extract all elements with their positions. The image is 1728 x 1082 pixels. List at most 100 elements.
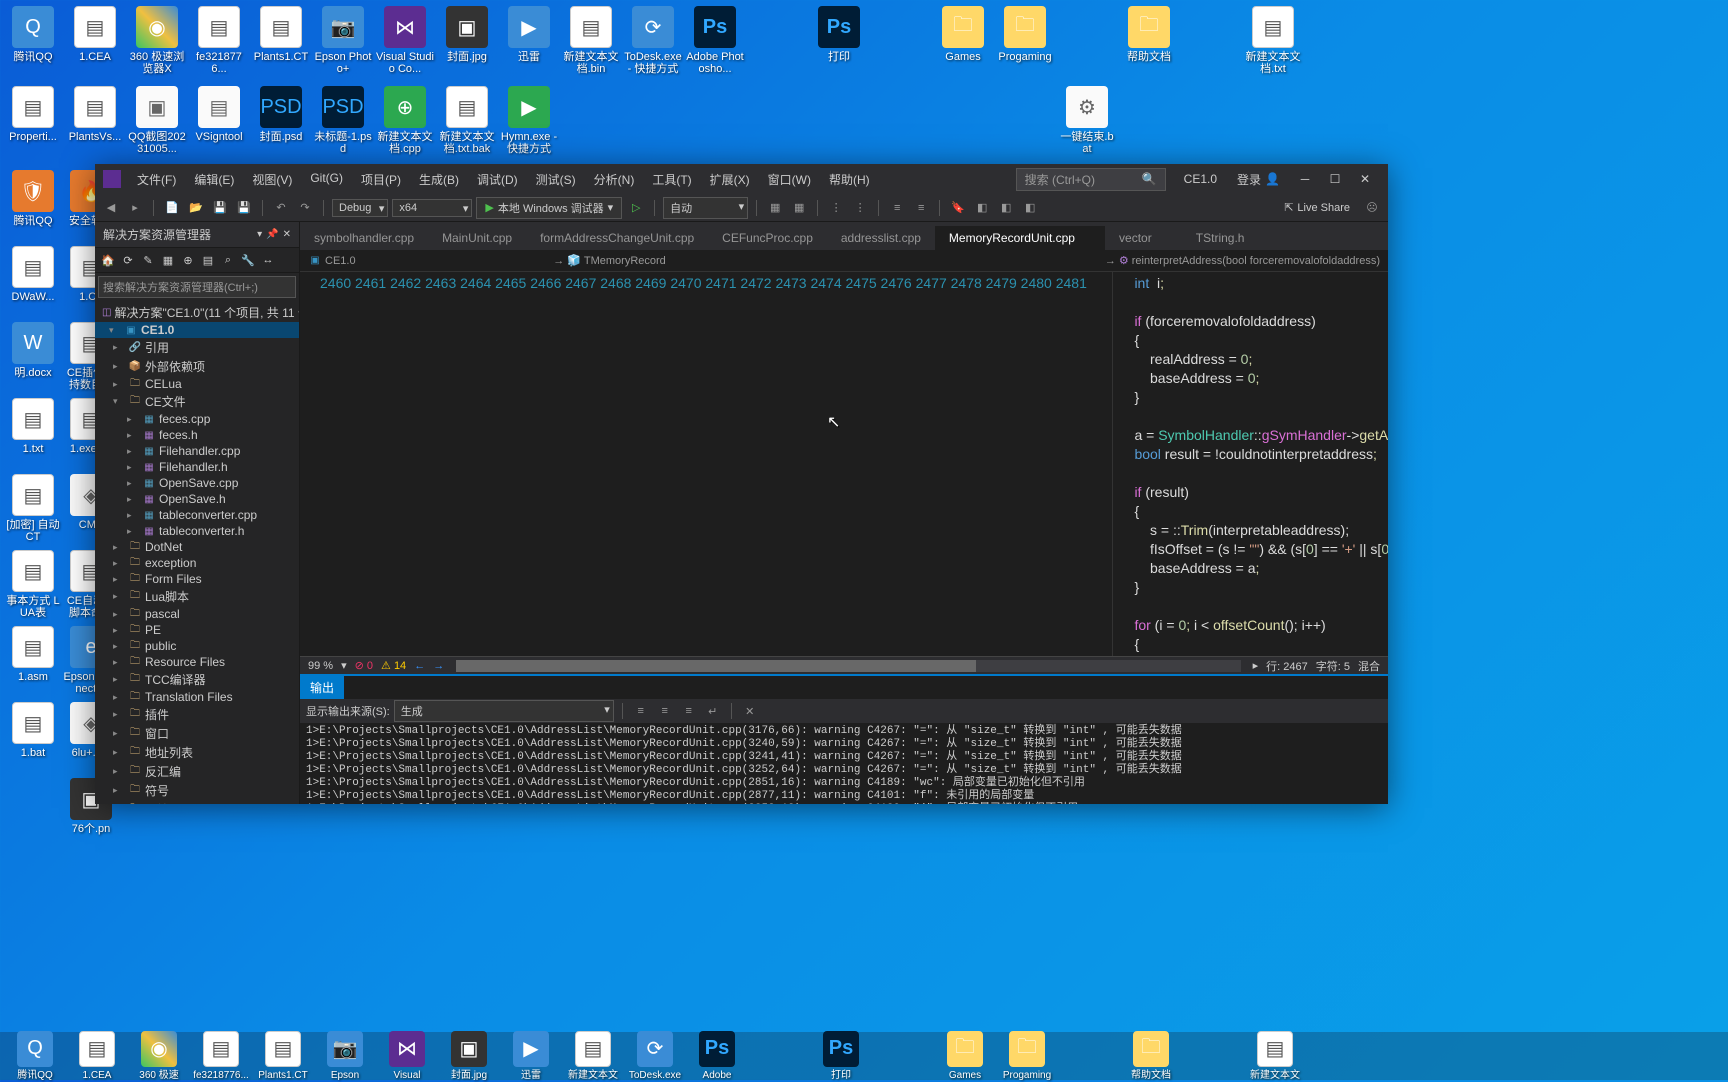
taskbar[interactable]: Q 腾讯QQ ▤ 1.CEA ◉ 360 极速 ▤ fe3218776... ▤… xyxy=(0,1032,1728,1080)
start-no-debug-icon[interactable]: ▷ xyxy=(626,198,646,218)
menu-item[interactable]: 分析(N) xyxy=(586,167,643,192)
menu-item[interactable]: 项目(P) xyxy=(353,167,409,192)
tb-icon[interactable]: ≡ xyxy=(887,198,907,218)
output-text[interactable]: 1>E:\Projects\Smallprojects\CE1.0\Addres… xyxy=(300,723,1388,804)
desktop-icon[interactable]: ▤ 事本方式 LUA表 xyxy=(4,550,62,619)
tb-icon[interactable]: ⊕ xyxy=(179,251,197,269)
desktop-icon[interactable]: ▤ Plants1.CT xyxy=(252,6,310,63)
editor-tab[interactable]: formAddressChangeUnit.cpp xyxy=(526,226,708,250)
tree-item[interactable]: ▸📦外部依赖项 xyxy=(95,357,299,376)
taskbar-icon[interactable]: ▤ 1.CEA xyxy=(66,1031,128,1082)
dropdown-icon[interactable]: ▾ xyxy=(257,229,262,240)
taskbar-icon[interactable]: ▤ 新建文本文 xyxy=(1244,1031,1306,1082)
desktop-icon[interactable]: W 明.docx xyxy=(4,322,62,379)
desktop-icon[interactable]: ▤ 1.asm xyxy=(4,626,62,683)
desktop-icon[interactable]: ▤ Properti... xyxy=(4,86,62,143)
tree-item[interactable]: ▸🗀pascal xyxy=(95,606,299,622)
tree-item[interactable]: ▸🗀Form Files xyxy=(95,571,299,587)
clear-icon[interactable]: ✕ xyxy=(740,701,760,721)
desktop-icon[interactable]: 🗀 Games xyxy=(934,6,992,63)
tb-icon[interactable]: ⌕ xyxy=(219,251,237,269)
desktop-icon[interactable]: ▣ QQ截图20231005... xyxy=(128,86,186,155)
desktop-icon[interactable]: ▶ Hymn.exe - 快捷方式 xyxy=(500,86,558,155)
taskbar-icon[interactable]: ▤ fe3218776... xyxy=(190,1031,252,1082)
menu-item[interactable]: 帮助(H) xyxy=(821,167,878,192)
tree-item[interactable]: ▸🗀Lua脚本 xyxy=(95,587,299,606)
tb-icon[interactable]: ▤ xyxy=(199,251,217,269)
desktop-icon[interactable]: 🛡 腾讯QQ xyxy=(4,170,62,227)
tb-icon[interactable]: ◧ xyxy=(972,198,992,218)
tree-item[interactable]: ▸🗀TCC编译器 xyxy=(95,670,299,689)
desktop-icon[interactable]: ▶ 迅雷 xyxy=(500,6,558,63)
menu-item[interactable]: 工具(T) xyxy=(644,167,699,192)
search-input[interactable]: 搜索 (Ctrl+Q) 🔍 xyxy=(1016,168,1166,191)
taskbar-icon[interactable]: ▣ 封面.jpg xyxy=(438,1031,500,1082)
desktop-icon[interactable]: PSD 封面.psd xyxy=(252,86,310,143)
tree-item[interactable]: ▸🗀符号 xyxy=(95,781,299,800)
taskbar-icon[interactable]: 🗀 Progaming xyxy=(996,1031,1058,1082)
taskbar-icon[interactable]: Q 腾讯QQ xyxy=(4,1031,66,1082)
code-lines[interactable]: int i; if (forceremovalofoldaddress) { r… xyxy=(1113,272,1388,656)
menu-item[interactable]: 扩展(X) xyxy=(702,167,758,192)
minimize-button[interactable]: ─ xyxy=(1290,172,1320,186)
menu-item[interactable]: 生成(B) xyxy=(411,167,467,192)
desktop-icon[interactable]: ⊕ 新建文本文档.cpp xyxy=(376,86,434,155)
live-share-button[interactable]: ⇱ Live Share xyxy=(1276,201,1358,214)
taskbar-icon[interactable]: 📷 Epson xyxy=(314,1031,376,1082)
output-source-combo[interactable]: 生成 xyxy=(394,700,614,722)
tree-item[interactable]: ▸▦tableconverter.h xyxy=(95,523,299,539)
wrap-icon[interactable]: ↵ xyxy=(703,701,723,721)
home-icon[interactable]: 🏠 xyxy=(99,251,117,269)
desktop-icon[interactable]: ▤ [加密] 自动CT xyxy=(4,474,62,543)
menu-item[interactable]: 窗口(W) xyxy=(760,167,819,192)
editor-tab[interactable]: addresslist.cpp xyxy=(827,226,935,250)
tree-item[interactable]: ▸▦OpenSave.h xyxy=(95,491,299,507)
desktop-icon[interactable]: ▤ 1.txt xyxy=(4,398,62,455)
desktop-icon[interactable]: ⟳ ToDesk.exe - 快捷方式 xyxy=(624,6,682,75)
fold-column[interactable] xyxy=(1099,272,1113,656)
close-panel-icon[interactable]: ✕ xyxy=(283,229,291,240)
tree-item[interactable]: ▸🗀窗口 xyxy=(95,724,299,743)
desktop-icon[interactable]: ▤ 1.CEA xyxy=(66,6,124,63)
tree-item[interactable]: ▸🗀exception xyxy=(95,555,299,571)
h-scrollbar[interactable] xyxy=(456,660,1240,672)
tree-item[interactable]: ▸▦feces.h xyxy=(95,427,299,443)
feedback-icon[interactable]: ☹ xyxy=(1362,198,1382,218)
warning-count[interactable]: ⚠ 14 xyxy=(381,659,406,672)
desktop-icon[interactable]: PSD 未标题-1.psd xyxy=(314,86,372,155)
save-icon[interactable]: 💾 xyxy=(210,198,230,218)
tb-icon[interactable]: ≡ xyxy=(911,198,931,218)
maximize-button[interactable]: ☐ xyxy=(1320,172,1350,186)
nav-back-icon[interactable]: ◀ xyxy=(101,198,121,218)
login-button[interactable]: 登录👤 xyxy=(1227,171,1290,188)
editor-tab[interactable]: TString.h xyxy=(1182,226,1259,250)
undo-icon[interactable]: ↶ xyxy=(271,198,291,218)
open-icon[interactable]: 📂 xyxy=(186,198,206,218)
tb-icon[interactable]: 🔧 xyxy=(239,251,257,269)
taskbar-icon[interactable]: ▶ 迅雷 xyxy=(500,1031,562,1082)
tb-icon[interactable]: ◧ xyxy=(1020,198,1040,218)
tree-item[interactable]: ▸🔗引用 xyxy=(95,338,299,357)
desktop-icon[interactable]: ▤ VSigntool xyxy=(190,86,248,143)
desktop-icon[interactable]: ⚙ 一键结束.bat xyxy=(1058,86,1116,155)
line-ending[interactable]: 混合 xyxy=(1358,658,1380,674)
tb-icon[interactable]: ≡ xyxy=(655,701,675,721)
taskbar-icon[interactable]: ▤ 新建文本文 xyxy=(562,1031,624,1082)
tree-item[interactable]: ▾🗀CE文件 xyxy=(95,392,299,411)
tree-solution-node[interactable]: ◫ 解决方案"CE1.0"(11 个项目, 共 11 个) xyxy=(95,303,299,322)
taskbar-icon[interactable]: Ps 打印 xyxy=(810,1031,872,1082)
tb-icon[interactable]: ⟳ xyxy=(119,251,137,269)
desktop-icon[interactable]: 🗀 帮助文档 xyxy=(1120,6,1178,63)
taskbar-icon[interactable]: ⋈ Visual xyxy=(376,1031,438,1082)
tb-icon[interactable]: ▦ xyxy=(789,198,809,218)
menu-item[interactable]: 视图(V) xyxy=(244,167,300,192)
desktop-icon[interactable]: 📷 Epson Photo+ xyxy=(314,6,372,75)
close-button[interactable]: ✕ xyxy=(1350,172,1380,186)
editor-tab[interactable]: vector✕ xyxy=(1105,226,1182,250)
tree-item[interactable]: ▸▦feces.cpp xyxy=(95,411,299,427)
taskbar-icon[interactable]: ⟳ ToDesk.exe xyxy=(624,1031,686,1082)
tree-item[interactable]: ▸🗀地址列表 xyxy=(95,743,299,762)
editor-tab[interactable]: CEFuncProc.cpp xyxy=(708,226,827,250)
start-debug-button[interactable]: ▶本地 Windows 调试器▾ xyxy=(476,197,622,219)
taskbar-icon[interactable]: 🗀 帮助文档 xyxy=(1120,1031,1182,1082)
